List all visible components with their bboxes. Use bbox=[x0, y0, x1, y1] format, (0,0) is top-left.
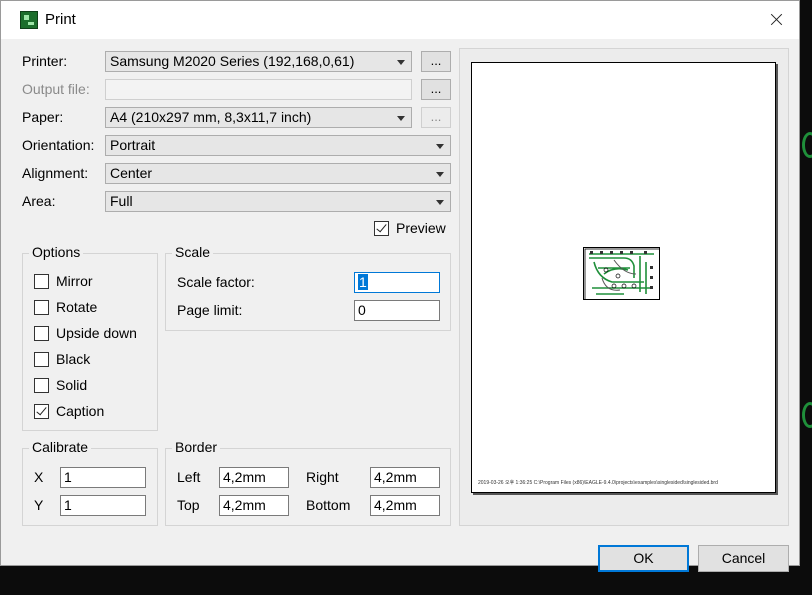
rotate-checkbox[interactable] bbox=[34, 300, 49, 315]
page-limit-input[interactable]: 0 bbox=[354, 300, 440, 321]
chevron-down-icon bbox=[436, 144, 444, 149]
background-pad bbox=[802, 132, 812, 158]
chevron-down-icon bbox=[436, 172, 444, 177]
scale-factor-input[interactable]: 1 bbox=[354, 272, 440, 293]
alignment-label: Alignment: bbox=[22, 165, 89, 181]
calibrate-y-label: Y bbox=[34, 497, 44, 513]
upside-down-checkbox[interactable] bbox=[34, 326, 49, 341]
border-left-input[interactable]: 4,2mm bbox=[219, 467, 289, 488]
mirror-checkbox[interactable] bbox=[34, 274, 49, 289]
caption-label: Caption bbox=[56, 403, 105, 419]
chevron-down-icon bbox=[436, 200, 444, 205]
solid-label: Solid bbox=[56, 377, 88, 393]
black-checkbox[interactable] bbox=[34, 352, 49, 367]
chevron-down-icon bbox=[397, 60, 405, 65]
orientation-select[interactable]: Portrait bbox=[105, 135, 451, 156]
eagle-app-icon bbox=[20, 11, 38, 29]
border-right-label: Right bbox=[306, 469, 339, 485]
alignment-select[interactable]: Center bbox=[105, 163, 451, 184]
printer-browse-button[interactable]: ... bbox=[421, 51, 451, 72]
cancel-button[interactable]: Cancel bbox=[698, 545, 789, 572]
orientation-select-value: Portrait bbox=[110, 137, 156, 153]
paper-select[interactable]: A4 (210x297 mm, 8,3x11,7 inch) bbox=[105, 107, 412, 128]
ok-button[interactable]: OK bbox=[598, 545, 689, 572]
title-bar: Print bbox=[1, 1, 799, 39]
paper-browse-button[interactable]: ... bbox=[421, 107, 451, 128]
chevron-down-icon bbox=[397, 116, 405, 121]
output-file-field[interactable] bbox=[105, 79, 412, 100]
calibrate-x-input[interactable]: 1 bbox=[60, 467, 146, 488]
area-select-value: Full bbox=[110, 193, 133, 209]
rotate-label: Rotate bbox=[56, 299, 98, 315]
mirror-label: Mirror bbox=[56, 273, 93, 289]
upside-down-label: Upside down bbox=[56, 325, 137, 341]
preview-label: Preview bbox=[396, 220, 446, 236]
preview-board-thumbnail bbox=[583, 247, 660, 300]
border-bottom-label: Bottom bbox=[306, 497, 351, 513]
solid-checkbox[interactable] bbox=[34, 378, 49, 393]
preview-checkbox[interactable] bbox=[374, 221, 389, 236]
paper-label: Paper: bbox=[22, 109, 64, 125]
preview-caption-text: 2019-03-26 오후 1:36:25 C:\Program Files (… bbox=[478, 480, 718, 486]
border-left-label: Left bbox=[177, 469, 201, 485]
border-right-input[interactable]: 4,2mm bbox=[370, 467, 440, 488]
output-file-browse-button[interactable]: ... bbox=[421, 79, 451, 100]
border-group-title: Border bbox=[172, 439, 221, 455]
printer-select-value: Samsung M2020 Series (192,168,0,61) bbox=[110, 53, 355, 69]
orientation-label: Orientation: bbox=[22, 137, 95, 153]
scale-factor-label: Scale factor: bbox=[177, 274, 255, 290]
scale-group-title: Scale bbox=[172, 244, 214, 260]
calibrate-x-label: X bbox=[34, 469, 44, 485]
paper-select-value: A4 (210x297 mm, 8,3x11,7 inch) bbox=[110, 109, 312, 125]
dialog-title: Print bbox=[45, 11, 76, 28]
calibrate-group-title: Calibrate bbox=[29, 439, 92, 455]
printer-label: Printer: bbox=[22, 53, 68, 69]
area-select[interactable]: Full bbox=[105, 191, 451, 212]
caption-checkbox[interactable] bbox=[34, 404, 49, 419]
options-group-title: Options bbox=[29, 244, 84, 260]
calibrate-y-input[interactable]: 1 bbox=[60, 495, 146, 516]
output-file-label: Output file: bbox=[22, 81, 90, 97]
black-label: Black bbox=[56, 351, 91, 367]
background-pad bbox=[802, 402, 812, 428]
border-top-input[interactable]: 4,2mm bbox=[219, 495, 289, 516]
border-top-label: Top bbox=[177, 497, 200, 513]
printer-select[interactable]: Samsung M2020 Series (192,168,0,61) bbox=[105, 51, 412, 72]
page-limit-label: Page limit: bbox=[177, 302, 243, 318]
alignment-select-value: Center bbox=[110, 165, 153, 181]
border-bottom-input[interactable]: 4,2mm bbox=[370, 495, 440, 516]
area-label: Area: bbox=[22, 193, 56, 209]
scale-factor-value: 1 bbox=[358, 274, 368, 290]
close-button[interactable] bbox=[753, 1, 799, 39]
